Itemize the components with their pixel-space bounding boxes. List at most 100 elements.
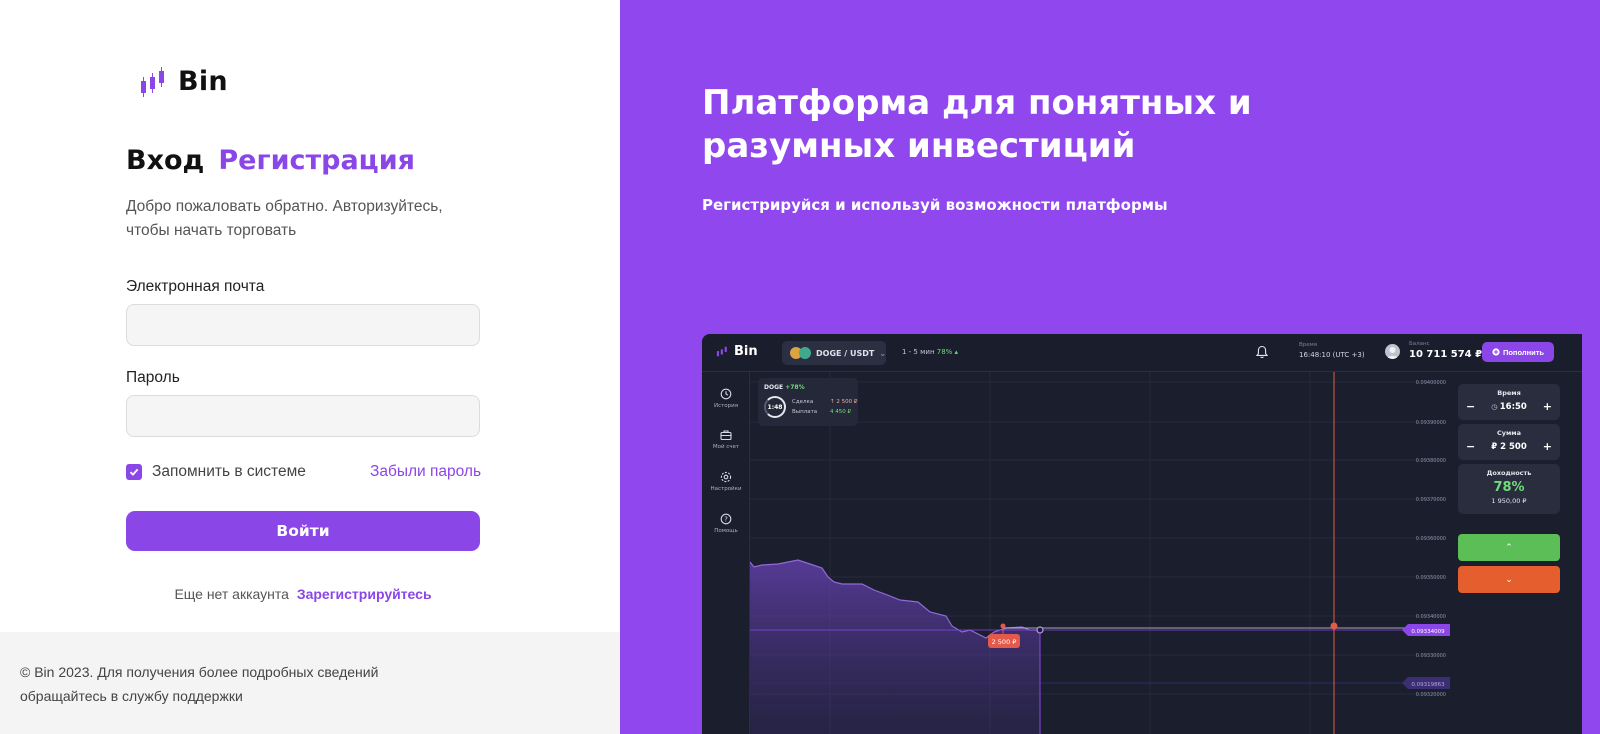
price-tick: 0.09380000 — [1416, 458, 1446, 464]
price-tick: 0.09340000 — [1416, 614, 1446, 620]
footer-text: © Bin 2023. Для получения более подробны… — [20, 664, 379, 704]
preview-logo: Bin — [716, 344, 758, 359]
no-account-row: Еще нет аккаунта Зарегистрируйтесь — [126, 586, 480, 602]
timeframe: 1 - 5 мин 78% ▴ — [902, 348, 958, 356]
time-value: 16:48:10 (UTC +3) — [1299, 351, 1365, 359]
balance: Баланс 10 711 574 ₽ — [1409, 341, 1482, 360]
yield-value: 1 950,00 ₽ — [1491, 497, 1527, 505]
deal-pct: +78% — [785, 384, 805, 391]
svg-text:?: ? — [724, 515, 728, 523]
tab-register[interactable]: Регистрация — [218, 145, 415, 176]
price-tick: 0.09360000 — [1416, 536, 1446, 542]
deal-row1-label: Сделка — [792, 399, 814, 405]
nav-help[interactable]: ? Помощь — [702, 513, 750, 534]
plus-circle-icon — [1492, 348, 1500, 356]
sum-minus-button[interactable]: − — [1466, 440, 1475, 453]
remember-label: Запомнить в системе — [152, 463, 306, 480]
brand-name: Bin — [178, 66, 228, 97]
email-field[interactable] — [126, 304, 480, 346]
time-label: Время — [1299, 342, 1318, 348]
sum-plus-button[interactable]: + — [1543, 440, 1552, 453]
time-box-value-wrap: ◷ 16:50 — [1491, 402, 1527, 412]
low-price-tag: 0.09319863 — [1411, 682, 1445, 688]
preview-brand: Bin — [734, 344, 758, 359]
brand-logo[interactable]: Bin — [140, 66, 228, 97]
deposit-button[interactable]: Пополнить — [1482, 342, 1554, 362]
sum-box-value: ₽ 2 500 — [1491, 441, 1527, 452]
expiry-marker — [1330, 622, 1338, 630]
footer: © Bin 2023. Для получения более подробны… — [0, 632, 620, 734]
clock-icon: ◷ — [1491, 402, 1500, 411]
yield-box: Доходность 78% 1 950,00 ₽ — [1458, 464, 1560, 514]
price-chart[interactable]: 2 500 ₽ 0.09400000 0.09390000 0.09380000… — [750, 372, 1450, 734]
deal-row2-value: 4 450 ₽ — [830, 409, 851, 415]
balance-value: 10 711 574 ₽ — [1409, 349, 1483, 360]
deposit-label: Пополнить — [1502, 347, 1545, 357]
login-panel: Bin Вход Регистрация Добро пожаловать об… — [0, 0, 620, 734]
pair-selector[interactable]: DOGE / USDT ⌄ — [782, 341, 886, 365]
remember-me[interactable]: Запомнить в системе — [126, 463, 306, 481]
price-tick: 0.09390000 — [1416, 420, 1446, 426]
deal-row1-value: ↑ 2 500 ₽ — [830, 399, 858, 405]
server-time: Время 16:48:10 (UTC +3) — [1299, 342, 1365, 359]
balance-label: Баланс — [1409, 341, 1430, 347]
check-icon — [129, 468, 139, 476]
timeframe-label: 1 - 5 мин — [902, 348, 935, 356]
deal-card[interactable]: DOGE +78% 1:48 Сделка ↑ 2 500 ₽ Выплата … — [758, 378, 858, 426]
nav-account[interactable]: Мой счет — [702, 429, 750, 450]
nav-settings[interactable]: Настройки — [702, 471, 750, 492]
sum-box: Сумма − ₽ 2 500 + — [1458, 424, 1560, 460]
deal-symbol-row: DOGE +78% — [764, 384, 805, 391]
password-label: Пароль — [126, 369, 180, 386]
bell-icon[interactable] — [1255, 345, 1269, 359]
preview-topbar: Bin DOGE / USDT ⌄ 1 - 5 мин 78% ▴ Время … — [702, 334, 1582, 372]
forgot-password-link[interactable]: Забыли пароль — [370, 463, 481, 481]
hero-subtitle: Регистрируйся и используй возможности пл… — [702, 196, 1168, 214]
price-tick: 0.09370000 — [1416, 497, 1446, 503]
login-button[interactable]: Войти — [126, 511, 480, 551]
deal-symbol: DOGE — [764, 384, 784, 391]
chevron-down-icon: ⌄ — [1505, 574, 1513, 584]
remember-checkbox[interactable] — [126, 464, 142, 480]
candles-icon — [716, 346, 727, 357]
nav-history[interactable]: История — [702, 388, 750, 409]
nav-settings-label: Настройки — [710, 486, 742, 492]
current-price-tag: 0.09334009 — [1411, 629, 1445, 635]
price-tick: 0.09400000 — [1416, 380, 1446, 386]
nav-help-label: Помощь — [714, 528, 738, 534]
history-icon — [720, 388, 732, 400]
welcome-text: Добро пожаловать обратно. Авторизуйтесь,… — [126, 198, 443, 239]
preview-side-nav: История Мой счет Настройки ? Помощь — [702, 372, 750, 734]
time-minus-button[interactable]: − — [1466, 400, 1475, 413]
up-button[interactable]: ⌃ — [1458, 534, 1560, 561]
yield-pct: 78% — [1493, 480, 1525, 495]
time-box-label: Время — [1497, 389, 1521, 397]
password-field[interactable] — [126, 395, 480, 437]
user-icon — [1387, 347, 1398, 359]
time-box-value: 16:50 — [1499, 401, 1527, 412]
register-link[interactable]: Зарегистрируйтесь — [297, 586, 432, 602]
briefcase-icon — [720, 430, 732, 441]
deal-timer: 1:48 — [764, 396, 786, 418]
promo-panel: Платформа для понятных и разумных инвест… — [620, 0, 1600, 734]
deal-row2-label: Выплата — [792, 409, 818, 415]
avatar[interactable] — [1385, 344, 1400, 359]
time-plus-button[interactable]: + — [1543, 400, 1552, 413]
nav-account-label: Мой счет — [712, 444, 740, 450]
auth-tabs: Вход Регистрация — [126, 145, 415, 176]
tab-login[interactable]: Вход — [126, 145, 204, 176]
price-tick: 0.09320000 — [1416, 692, 1446, 698]
yield-box-label: Доходность — [1486, 469, 1532, 477]
nav-history-label: История — [713, 403, 739, 409]
timeframe-pct: 78% ▴ — [936, 348, 959, 356]
price-tick: 0.09330000 — [1416, 653, 1446, 659]
hero-title: Платформа для понятных и разумных инвест… — [702, 83, 1252, 166]
bet-marker-label: 2 500 ₽ — [992, 638, 1017, 646]
candles-icon — [141, 66, 164, 97]
chevron-up-icon: ⌃ — [1505, 542, 1513, 552]
usdt-coin-icon — [799, 347, 811, 359]
sum-box-label: Сумма — [1496, 429, 1522, 437]
down-button[interactable]: ⌄ — [1458, 566, 1560, 593]
chart-canvas: 2 500 ₽ 0.09400000 0.09390000 0.09380000… — [750, 372, 1450, 734]
price-tick: 0.09350000 — [1416, 575, 1446, 581]
